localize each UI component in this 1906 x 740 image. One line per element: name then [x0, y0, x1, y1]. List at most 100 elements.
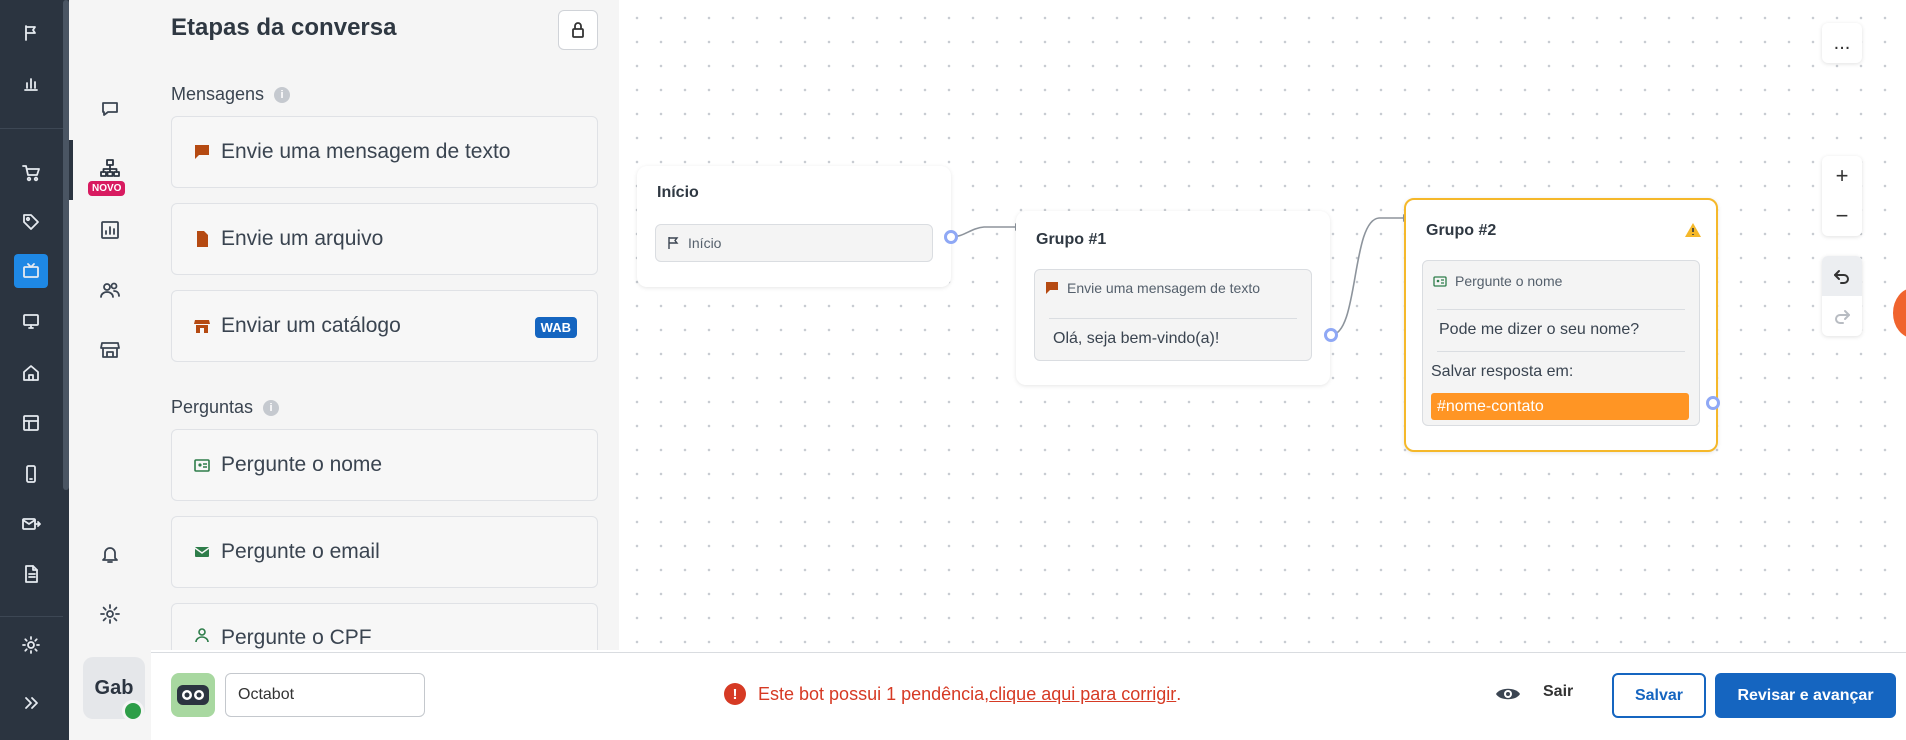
- bot-avatar: [171, 673, 215, 717]
- variable-tag[interactable]: #nome-contato: [1431, 393, 1689, 420]
- zoom-out-button[interactable]: −: [1822, 196, 1862, 236]
- save-button[interactable]: Salvar: [1612, 673, 1706, 718]
- palette-item-label: Envie um arquivo: [221, 227, 384, 250]
- gear-icon[interactable]: [91, 595, 129, 633]
- chat-icon[interactable]: [91, 90, 129, 128]
- mail-icon: [193, 543, 211, 561]
- flow-canvas[interactable]: ... Início Início Grupo #1 Envie uma men…: [619, 0, 1906, 652]
- section-mensagens: Mensagens i: [171, 84, 291, 105]
- palette-item-ask-email[interactable]: Pergunte o email: [171, 516, 598, 588]
- block-divider: [1049, 318, 1297, 319]
- block-label: Início: [688, 235, 722, 251]
- warning-icon[interactable]: [1684, 222, 1702, 243]
- connection-handle[interactable]: [1324, 328, 1338, 342]
- warning-end: .: [1176, 683, 1182, 704]
- review-and-continue-button[interactable]: Revisar e avançar: [1715, 673, 1896, 718]
- novo-badge: NOVO: [88, 181, 126, 196]
- undo-button[interactable]: [1822, 256, 1862, 296]
- zoom-in-button[interactable]: +: [1822, 156, 1862, 196]
- id-card-icon: [193, 456, 211, 474]
- lock-icon: [572, 22, 584, 38]
- section-label: Mensagens: [171, 84, 265, 104]
- bell-icon[interactable]: [91, 535, 129, 573]
- wab-badge: WAB: [534, 317, 577, 338]
- active-indicator: [69, 140, 73, 200]
- person-icon: [193, 626, 211, 644]
- save-response-label: Salvar resposta em:: [1431, 363, 1574, 380]
- main-nav-rail: [0, 0, 69, 740]
- warning-text: Este bot possui 1 pendência,: [758, 683, 990, 704]
- ask-name-block[interactable]: Pergunte o nome Pode me dizer o seu nome…: [1422, 260, 1700, 426]
- palette-item-label: Envie uma mensagem de texto: [221, 140, 511, 163]
- block-label: Envie uma mensagem de texto: [1067, 280, 1260, 296]
- alert-icon: !: [724, 683, 746, 705]
- section-nav: NOVO Gab: [69, 0, 151, 740]
- palette-item-label: Enviar um catálogo: [221, 314, 401, 337]
- mail-send-icon[interactable]: [14, 507, 48, 541]
- section-label: Perguntas: [171, 397, 254, 417]
- node-grupo-2[interactable]: Grupo #2 Pergunte o nome Pode me dizer o…: [1404, 198, 1718, 452]
- zoom-controls: + −: [1822, 156, 1862, 236]
- online-status-dot: [122, 700, 144, 722]
- flag-icon: [668, 237, 679, 249]
- exit-button[interactable]: Sair: [1543, 683, 1573, 701]
- bottom-bar: Octabot ! Este bot possui 1 pendência, c…: [151, 652, 1906, 740]
- floating-help-button[interactable]: [1893, 288, 1906, 338]
- cart-icon[interactable]: [14, 156, 48, 190]
- panel-title: Etapas da conversa: [171, 14, 397, 41]
- block-divider: [1437, 351, 1685, 352]
- block-label: Pergunte o nome: [1455, 273, 1563, 289]
- tag-icon[interactable]: [14, 205, 48, 239]
- report-chart-icon[interactable]: [91, 211, 129, 249]
- phone-icon[interactable]: [14, 457, 48, 491]
- redo-button[interactable]: [1822, 296, 1862, 336]
- node-grupo-1[interactable]: Grupo #1 Envie uma mensagem de texto Olá…: [1016, 211, 1330, 385]
- fix-link[interactable]: clique aqui para corrigir: [989, 684, 1176, 705]
- tv-icon[interactable]: [14, 254, 48, 288]
- preview-eye-icon[interactable]: [1495, 683, 1521, 705]
- undo-icon: [1834, 270, 1849, 284]
- palette-item-label: Pergunte o CPF: [221, 626, 372, 649]
- info-icon[interactable]: i: [274, 86, 291, 103]
- id-card-icon: [1433, 276, 1447, 287]
- file-icon: [193, 230, 211, 248]
- node-title: Início: [657, 184, 699, 201]
- expand-chevrons-icon[interactable]: [14, 686, 48, 720]
- rail-divider: [0, 616, 63, 617]
- start-block[interactable]: Início: [655, 224, 933, 262]
- palette-item-ask-name[interactable]: Pergunte o nome: [171, 429, 598, 501]
- node-inicio[interactable]: Início Início: [637, 166, 951, 287]
- layout-icon[interactable]: [14, 406, 48, 440]
- robot-icon: [177, 685, 209, 705]
- home-icon[interactable]: [14, 356, 48, 390]
- document-icon[interactable]: [14, 557, 48, 591]
- node-title: Grupo #2: [1426, 222, 1497, 239]
- chat-bubble-icon: [193, 143, 211, 161]
- monitor-icon[interactable]: [14, 304, 48, 338]
- message-text: Olá, seja bem-vindo(a)!: [1053, 330, 1220, 347]
- palette-item-text-message[interactable]: Envie uma mensagem de texto: [171, 116, 598, 188]
- pending-warning: ! Este bot possui 1 pendência, clique aq…: [724, 683, 1181, 705]
- users-icon[interactable]: [91, 271, 129, 309]
- bot-name-input[interactable]: Octabot: [225, 673, 425, 717]
- palette-item-catalog[interactable]: Enviar um catálogo WAB: [171, 290, 598, 362]
- info-icon[interactable]: i: [263, 399, 280, 416]
- bar-chart-icon[interactable]: [14, 67, 48, 101]
- palette-item-file[interactable]: Envie um arquivo: [171, 203, 598, 275]
- text-message-block[interactable]: Envie uma mensagem de texto Olá, seja be…: [1034, 269, 1312, 361]
- lock-button[interactable]: [558, 10, 598, 50]
- connection-handle[interactable]: [944, 230, 958, 244]
- palette-item-ask-cpf[interactable]: Pergunte o CPF: [171, 603, 598, 650]
- question-text: Pode me dizer o seu nome?: [1439, 321, 1640, 338]
- palette-item-label: Pergunte o email: [221, 540, 380, 563]
- history-controls: [1822, 256, 1862, 336]
- redo-icon: [1835, 310, 1850, 324]
- flag-icon[interactable]: [14, 16, 48, 50]
- connection-handle[interactable]: [1706, 396, 1720, 410]
- palette-item-label: Pergunte o nome: [221, 453, 383, 476]
- steps-palette: Etapas da conversa Mensagens i Envie uma…: [151, 0, 619, 650]
- node-title: Grupo #1: [1036, 231, 1107, 248]
- storefront-icon[interactable]: [91, 331, 129, 369]
- settings-gear-icon[interactable]: [14, 628, 48, 662]
- canvas-menu-button[interactable]: ...: [1822, 23, 1862, 63]
